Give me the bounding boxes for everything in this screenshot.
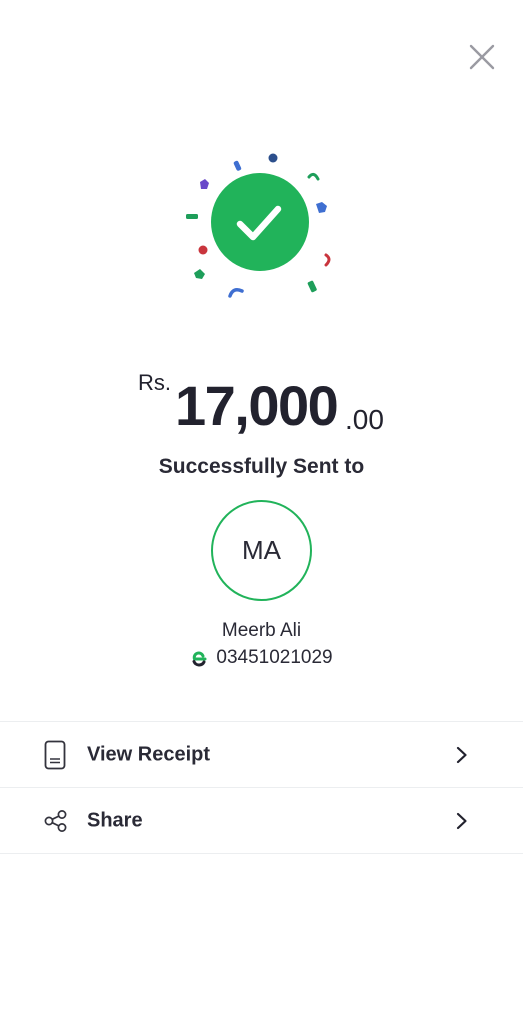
view-receipt-label: View Receipt [87, 743, 211, 765]
receipt-icon [44, 740, 66, 769]
share-button[interactable]: Share [0, 788, 523, 854]
currency-label: Rs. [138, 370, 171, 395]
status-message: Successfully Sent to [158, 455, 365, 478]
amount-value: 17,000 [175, 374, 339, 437]
recipient-account: 03451021029 [0, 647, 523, 669]
avatar: MA [211, 500, 312, 601]
chevron-right-icon [456, 812, 467, 829]
recipient-name: Meerb Ali [221, 620, 302, 641]
action-list: View Receipt Share [0, 721, 523, 854]
chevron-right-icon [456, 746, 467, 763]
success-check-icon [186, 153, 331, 298]
share-icon [44, 809, 67, 832]
avatar-initials: MA [242, 535, 281, 565]
recipient-phone: 03451021029 [216, 647, 333, 668]
close-icon [469, 44, 495, 70]
share-label: Share [87, 809, 143, 831]
view-receipt-button[interactable]: View Receipt [0, 722, 523, 788]
close-button[interactable] [468, 43, 496, 71]
amount-display: Rs. 17,000 .00 [0, 362, 523, 442]
success-graphic [180, 145, 340, 305]
amount-decimal: .00 [345, 404, 384, 435]
easypaisa-icon [192, 651, 207, 667]
